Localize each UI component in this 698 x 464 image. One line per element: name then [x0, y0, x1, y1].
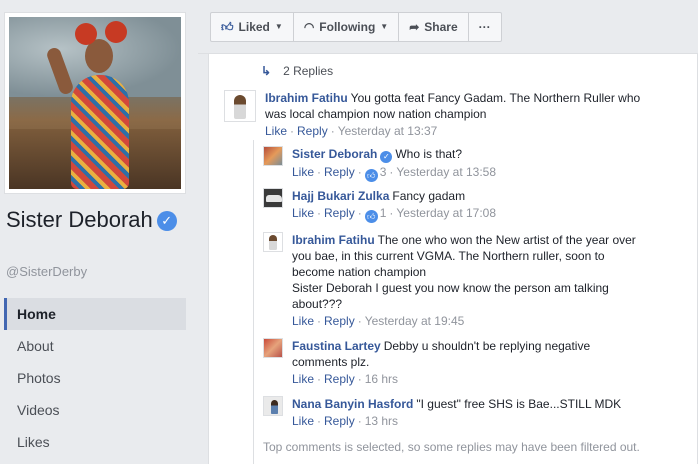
comment-actions: Like · Reply · 👍︎ 1 · Yesterday at 17:08 [292, 206, 497, 223]
filter-notice: Top comments is selected, so some replie… [263, 440, 640, 454]
comment-timestamp[interactable]: Yesterday at 19:45 [365, 314, 465, 328]
like-link[interactable]: Like [292, 314, 314, 328]
comment-text: Fancy gadam [392, 189, 466, 203]
reply-comment: Hajj Bukari Zulka Fancy gadam Like · Reply ·… [263, 188, 683, 223]
reply-thread-line [253, 140, 254, 464]
reply-link[interactable]: Reply [324, 206, 355, 220]
like-link[interactable]: Like [292, 165, 314, 179]
page-title: Sister Deborah ✓ [6, 206, 186, 233]
view-replies-link[interactable]: ↳ 2 Replies [261, 64, 333, 78]
liked-button[interactable]: 👍︎ Liked ▼ [211, 13, 294, 41]
reply-link[interactable]: Reply [297, 124, 328, 138]
comment-author[interactable]: Hajj Bukari Zulka [292, 189, 389, 203]
nav-item-home[interactable]: Home [4, 298, 186, 330]
more-icon: ··· [478, 20, 491, 34]
comment-timestamp[interactable]: Yesterday at 13:58 [396, 165, 496, 179]
reply-comment: Ibrahim Fatihu The one who won the New ar… [263, 232, 643, 329]
reply-arrow-icon: ↳ [261, 64, 272, 78]
chevron-down-icon: ▼ [274, 22, 283, 31]
nav-item-videos[interactable]: Videos [4, 394, 186, 426]
comment-author[interactable]: Nana Banyin Hasford [292, 397, 413, 411]
comment-text: "I guest" free SHS is Bae...STILL MDK [416, 397, 622, 411]
share-arrow-icon: ➦ [409, 20, 420, 34]
avatar[interactable] [224, 90, 256, 122]
like-link[interactable]: Like [265, 124, 287, 138]
reply-link[interactable]: Reply [324, 165, 355, 179]
avatar[interactable] [263, 188, 283, 208]
comment-actions: Like · Reply · Yesterday at 13:37 [265, 124, 438, 138]
comment-text-continued: Sister Deborah I guest you now know the … [292, 281, 609, 311]
comment-text-block: Sister Deborah ✓ Who is that? [292, 146, 496, 163]
nav-item-photos[interactable]: Photos [4, 362, 186, 394]
reply-comment: Sister Deborah ✓ Who is that? Like · Reply · 👍… [263, 146, 683, 182]
verified-badge-icon: ✓ [156, 211, 177, 231]
page-sidebar: Sister Deborah ✓ @SisterDerby Home About … [0, 0, 198, 464]
avatar[interactable] [263, 338, 283, 358]
like-link[interactable]: Like [292, 206, 314, 220]
avatar[interactable] [263, 396, 283, 416]
comments-panel: ↳ 2 Replies Ibrahim Fatihu You gotta feat … [208, 54, 698, 464]
page-handle[interactable]: @SisterDerby [6, 264, 87, 279]
following-button[interactable]: ◠ Following ▼ [294, 13, 400, 41]
replies-count: 2 Replies [283, 64, 334, 78]
reply-comment: Nana Banyin Hasford "I guest" free SHS is… [263, 396, 683, 429]
reply-link[interactable]: Reply [324, 314, 355, 328]
avatar[interactable] [263, 232, 283, 252]
liked-label: Liked [238, 20, 270, 34]
profile-picture[interactable] [4, 12, 186, 194]
share-label: Share [424, 20, 458, 34]
profile-photo [9, 17, 181, 189]
comment-timestamp[interactable]: Yesterday at 13:37 [338, 124, 438, 138]
following-label: Following [319, 20, 376, 34]
nav-item-about[interactable]: About [4, 330, 186, 362]
verified-badge-icon: ✓ [380, 151, 393, 163]
reaction-count[interactable]: 1 [380, 206, 387, 220]
comment-actions: Like · Reply · 13 hrs [292, 414, 399, 428]
reply-link[interactable]: Reply [324, 372, 355, 386]
comment-text-block: Hajj Bukari Zulka Fancy gadam [292, 188, 496, 204]
avatar[interactable] [263, 146, 283, 166]
comment: Ibrahim Fatihu You gotta feat Fancy Gadam… [224, 90, 644, 139]
comment-timestamp[interactable]: Yesterday at 17:08 [396, 206, 496, 220]
comment-timestamp[interactable]: 13 hrs [365, 414, 398, 428]
comment-timestamp[interactable]: 16 hrs [365, 372, 398, 386]
reply-link[interactable]: Reply [324, 414, 355, 428]
comment-author[interactable]: Faustina Lartey [292, 339, 381, 353]
comment-author[interactable]: Ibrahim Fatihu [292, 233, 375, 247]
like-link[interactable]: Like [292, 414, 314, 428]
action-button-group: 👍︎ Liked ▼ ◠ Following ▼ ➦ Share ··· [210, 12, 502, 42]
comment-text-block: Faustina Lartey Debby u shouldn't be repl… [292, 338, 623, 370]
comment-author[interactable]: Ibrahim Fatihu [265, 91, 348, 105]
share-button[interactable]: ➦ Share [399, 13, 469, 41]
page-action-bar: 👍︎ Liked ▼ ◠ Following ▼ ➦ Share ··· [198, 0, 698, 54]
reaction-count[interactable]: 3 [380, 165, 387, 179]
nav-item-likes[interactable]: Likes [4, 426, 186, 458]
comment-text: Who is that? [395, 147, 463, 161]
reply-comment: Faustina Lartey Debby u shouldn't be repl… [263, 338, 623, 387]
more-options-button[interactable]: ··· [469, 13, 501, 41]
chevron-down-icon: ▼ [380, 22, 389, 31]
like-reaction-icon[interactable]: 👍︎ [364, 169, 378, 182]
like-link[interactable]: Like [292, 372, 314, 386]
rss-icon: ◠ [303, 20, 315, 34]
like-reaction-icon[interactable]: 👍︎ [364, 210, 378, 223]
comment-actions: Like · Reply · 16 hrs [292, 372, 399, 386]
thumbs-up-icon: 👍︎ [221, 20, 234, 34]
comment-text-block: Ibrahim Fatihu The one who won the New ar… [292, 232, 643, 280]
comment-author[interactable]: Sister Deborah [292, 147, 377, 161]
comment-actions: Like · Reply · Yesterday at 19:45 [292, 314, 465, 328]
comment-text-block: Ibrahim Fatihu You gotta feat Fancy Gadam… [265, 90, 644, 122]
comment-actions: Like · Reply · 👍︎ 3 · Yesterday at 13:58 [292, 165, 497, 182]
comment-text-block: Nana Banyin Hasford "I guest" free SHS is… [292, 396, 621, 412]
page-name-text: Sister Deborah [6, 207, 153, 232]
page-nav: Home About Photos Videos Likes [4, 298, 186, 458]
